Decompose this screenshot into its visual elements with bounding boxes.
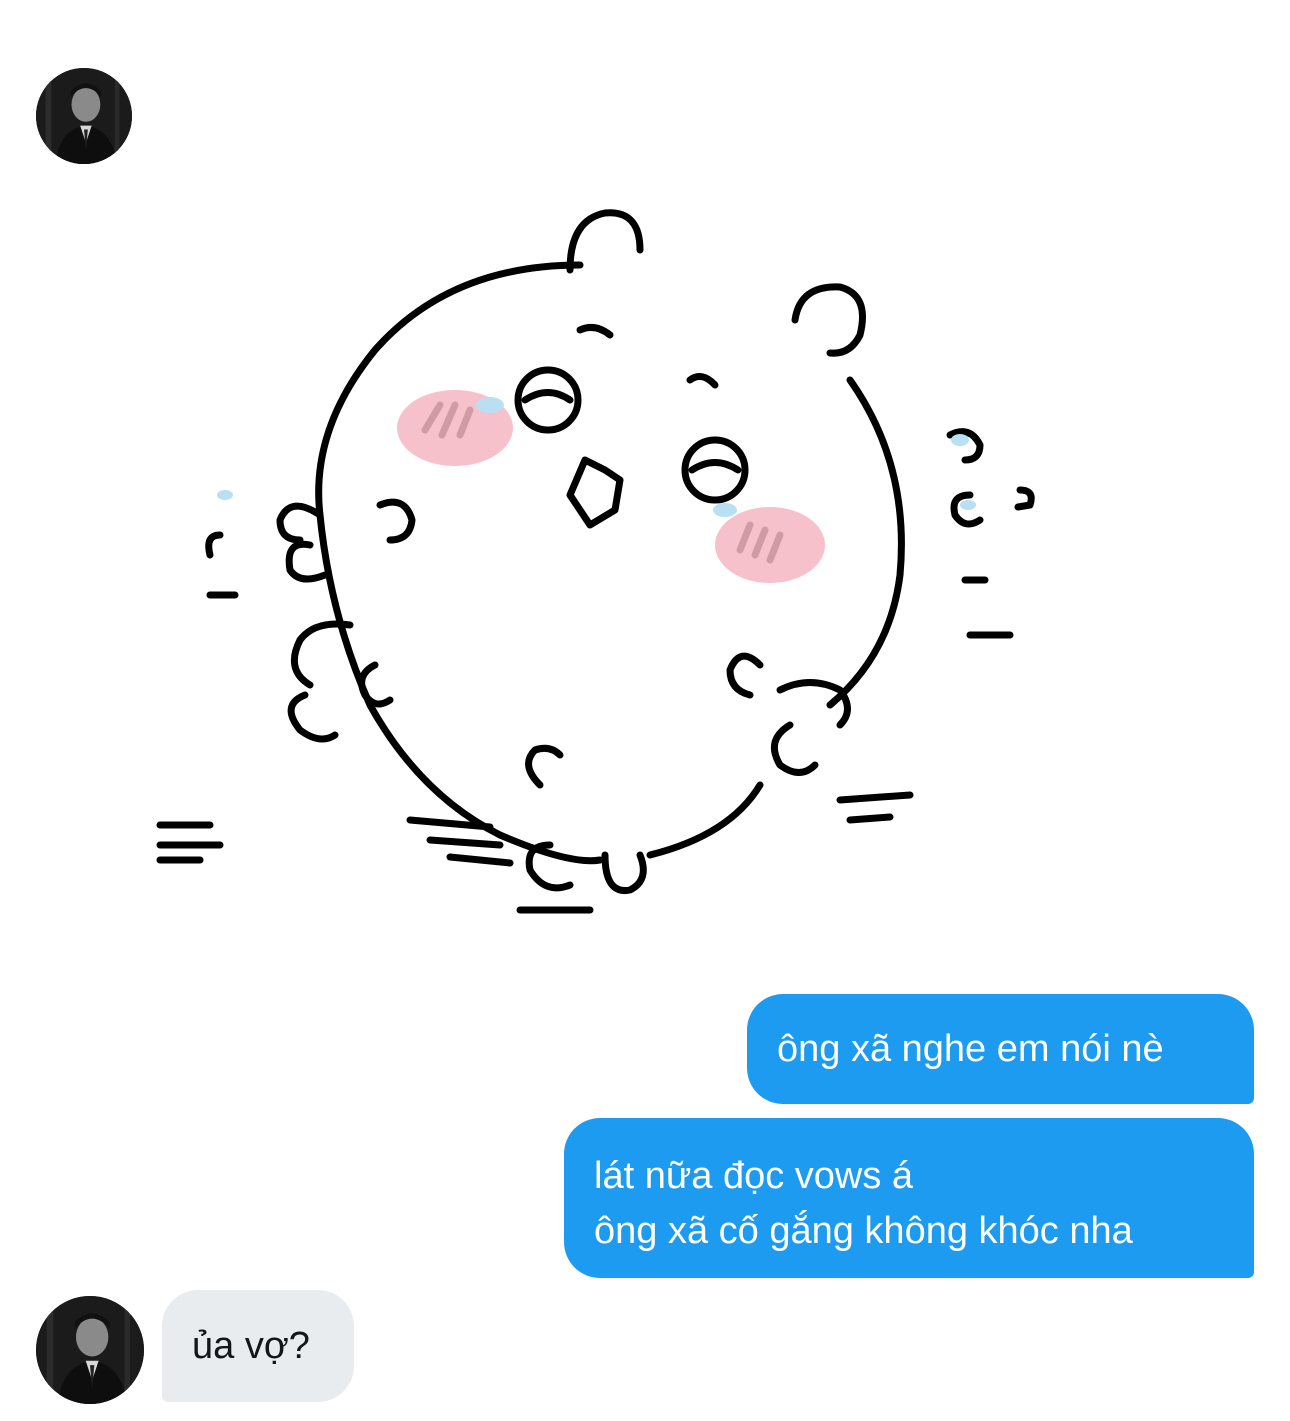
contact-avatar[interactable] [36, 68, 132, 164]
message-text: ông xã nghe em nói nè [777, 1028, 1164, 1070]
message-text-line: ông xã cố gắng không khóc nha [594, 1210, 1133, 1252]
outgoing-message-bubble[interactable]: ông xã nghe em nói nè [747, 994, 1254, 1104]
contact-avatar[interactable] [36, 1296, 144, 1404]
message-text-line: lát nữa đọc vows á [594, 1155, 914, 1197]
person-photo-icon [36, 1296, 144, 1404]
crying-hamster-sticker[interactable] [150, 195, 1060, 935]
person-photo-icon [36, 68, 132, 164]
incoming-message-bubble[interactable]: ủa vợ? [162, 1290, 354, 1402]
crying-hamster-icon [156, 209, 1035, 914]
message-text: ủa vợ? [192, 1325, 310, 1367]
outgoing-message-bubble[interactable]: lát nữa đọc vows á ông xã cố gắng không … [564, 1118, 1254, 1278]
